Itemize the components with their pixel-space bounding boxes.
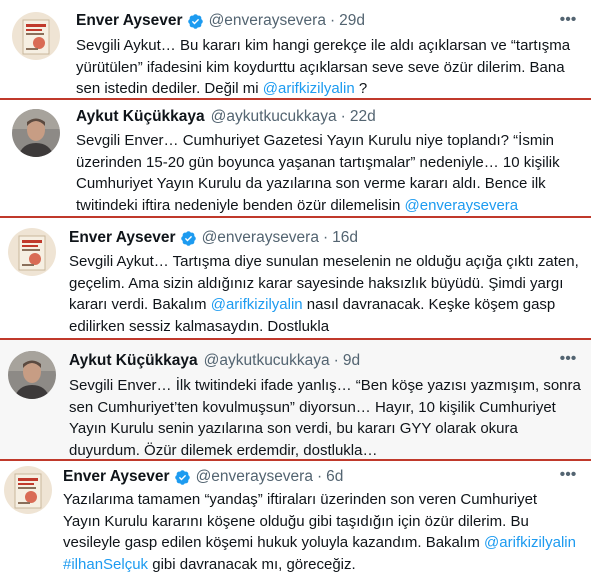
tweet-text-line: vesileyle gasp edilen köşemi hukuk yoluy…	[63, 532, 576, 554]
person-photo-avatar-icon	[12, 109, 60, 157]
separator-dot: ·	[316, 468, 323, 485]
tweet-text: Sevgili Enver… İlk twitindeki ifade yanl…	[69, 375, 581, 461]
tweet-text-segment: Cumhuriyet Yayın Kurulu da yazılarına so…	[76, 175, 546, 192]
author-handle[interactable]: @aykutkucukkaya	[204, 351, 330, 371]
tweet-text-line: Sevgili Aykut… Bu kararı kim hangi gerek…	[76, 35, 570, 57]
tweet-time[interactable]: 16d	[332, 228, 358, 248]
author-name[interactable]: Enver Aysever	[76, 11, 183, 31]
tweet-text-segment: duyurdum. Özür dilemek erdemdir, dostluk…	[69, 441, 378, 459]
verified-badge-icon	[187, 13, 203, 29]
tweet-text-line: Sevgili Aykut… Tartışma diye sunulan mes…	[69, 251, 579, 273]
more-options-icon[interactable]: •••	[559, 351, 577, 371]
avatar[interactable]	[8, 351, 56, 399]
tweet-time[interactable]: 6d	[326, 467, 343, 487]
separator-dot: ·	[340, 108, 346, 125]
tweet-text: Sevgili Aykut… Tartışma diye sunulan mes…	[69, 251, 579, 337]
tweet-text-line: Yayın Kurulu kararını köşene olduğu gibi…	[63, 511, 576, 533]
tweet-text-line: kararı verdi. Bakalım @arifkizilyalin na…	[69, 294, 579, 316]
tweet-text-line: Sevgili Enver… İlk twitindeki ifade yanl…	[69, 375, 581, 397]
mention-link[interactable]: @arifkizilyalin	[211, 296, 303, 313]
author-name[interactable]: Aykut Küçükkaya	[76, 107, 205, 127]
mention-link[interactable]: @enveraysevera	[405, 197, 519, 214]
tweet-text-segment: Sevgili Enver… Cumhuriyet Gazetesi Yayın…	[76, 132, 555, 149]
tweet-time[interactable]: 29d	[339, 11, 365, 31]
tweet-text-segment: ?	[354, 80, 368, 97]
author-name[interactable]: Enver Aysever	[63, 467, 170, 487]
tweet-text-segment: nasıl davranacak. Keşke köşem gasp	[302, 296, 556, 313]
tweet-text-line: #ilhanSelçuk gibi davranacak mı, göreceğ…	[63, 554, 576, 576]
tweet-text-segment: kararı verdi. Bakalım	[69, 296, 211, 313]
tweet-text-segment: Yazılarıma tamamen “yandaş” iftiraları ü…	[63, 491, 538, 508]
author-handle[interactable]: @aykutkucukkaya	[211, 107, 337, 127]
mention-link[interactable]: @arifkizilyalin	[484, 534, 576, 551]
tweet-card[interactable]: Enver Aysever @enveraysevera · 29d ••• S…	[0, 0, 591, 98]
tweet-time[interactable]: 22d	[350, 107, 376, 127]
tweet-header: Enver Aysever @enveraysevera · 29d	[76, 11, 365, 31]
tweet-text-line: üzerinden 15-20 gün boyunca yaşanan tart…	[76, 152, 560, 174]
tweet-text: Yazılarıma tamamen “yandaş” iftiraları ü…	[63, 489, 576, 575]
tweet-text-segment: vesileyle gasp edilen köşemi hukuk yoluy…	[63, 534, 485, 551]
tweet-text-segment: sen istedin dediler. Değil mi	[76, 80, 263, 97]
author-name[interactable]: Enver Aysever	[69, 228, 176, 248]
avatar[interactable]	[12, 109, 60, 157]
more-options-icon[interactable]: •••	[559, 467, 577, 487]
book-cover-avatar-icon	[8, 228, 56, 276]
book-cover-avatar-icon	[12, 12, 60, 60]
author-handle[interactable]: @enveraysevera	[209, 11, 326, 31]
tweet-header: Enver Aysever @enveraysevera · 6d	[63, 467, 343, 487]
tweet-text-line: Cumhuriyet Yayın Kurulu da yazılarına so…	[76, 173, 560, 195]
tweet-time[interactable]: 9d	[343, 351, 360, 371]
mention-link[interactable]: @arifkizilyalin	[263, 80, 355, 97]
tweet-text-line: Yazılarıma tamamen “yandaş” iftiraları ü…	[63, 489, 576, 511]
verified-badge-icon	[174, 469, 190, 485]
tweet-text-segment: Sevgili Enver… İlk twitindeki ifade yanl…	[69, 377, 581, 394]
tweet-text-line: edilirken sessiz kalmasaydın. Dostlukla	[69, 316, 579, 338]
tweet-card[interactable]: Enver Aysever @enveraysevera · 6d ••• Ya…	[0, 461, 591, 577]
author-handle[interactable]: @enveraysevera	[196, 467, 313, 487]
tweet-text-line: sen istedin dediler. Değil mi @arifkizil…	[76, 78, 570, 100]
avatar[interactable]	[8, 228, 56, 276]
tweet-header: Aykut Küçükkaya @aykutkucukkaya · 22d	[76, 107, 376, 127]
tweet-text-line: geçelim. Ama sizin aldığınız karar sayes…	[69, 273, 579, 295]
tweet-text-segment: Yayın Kurulu kararını köşene olduğu gibi…	[63, 512, 529, 530]
tweet-text-segment: gibi davranacak mı, göreceğiz.	[148, 555, 356, 573]
avatar[interactable]	[12, 12, 60, 60]
tweet-text-line: yürütülen” ifadesini kim koydurttu açıkl…	[76, 57, 570, 79]
person-photo-avatar-icon	[8, 351, 56, 399]
tweet-text-segment: Yayın Kurulu senin yazılarına son verdi,…	[69, 420, 518, 437]
tweet-card[interactable]: Aykut Küçükkaya @aykutkucukkaya · 22d Se…	[0, 100, 591, 216]
author-name[interactable]: Aykut Küçükkaya	[69, 351, 198, 371]
verified-badge-icon	[180, 230, 196, 246]
separator-dot: ·	[329, 12, 336, 29]
hashtag-link[interactable]: #ilhanSelçuk	[63, 556, 148, 573]
author-handle[interactable]: @enveraysevera	[202, 228, 319, 248]
tweet-text-line: Yayın Kurulu senin yazılarına son verdi,…	[69, 418, 581, 440]
tweet-text-segment: twitindeki iftira nedeniyle benden özür …	[76, 196, 405, 214]
tweet-text-segment: Sevgili Aykut… Tartışma diye sunulan mes…	[69, 253, 579, 270]
tweet-text-segment: yürütülen” ifadesini kim koydurttu açıkl…	[76, 58, 565, 76]
separator-dot: ·	[333, 352, 339, 369]
tweet-text: Sevgili Enver… Cumhuriyet Gazetesi Yayın…	[76, 130, 560, 216]
tweet-text-segment: geçelim. Ama sizin aldığınız karar sayes…	[69, 274, 564, 292]
tweet-header: Enver Aysever @enveraysevera · 16d	[69, 228, 358, 248]
avatar[interactable]	[4, 466, 52, 514]
tweet-text-segment: üzerinden 15-20 gün boyunca yaşanan tart…	[76, 153, 560, 171]
tweet-header: Aykut Küçükkaya @aykutkucukkaya · 9d	[69, 351, 360, 371]
tweet-text-segment: edilirken sessiz kalmasaydın. Dostlukla	[69, 317, 330, 335]
tweet-card[interactable]: Enver Aysever @enveraysevera · 16d Sevgi…	[0, 218, 591, 338]
tweet-text-line: sen Cumhuriyet’ten kovulmuşsun” diyorsun…	[69, 397, 581, 419]
tweet-text-line: Sevgili Enver… Cumhuriyet Gazetesi Yayın…	[76, 130, 560, 152]
book-cover-avatar-icon	[4, 466, 52, 514]
tweet-text: Sevgili Aykut… Bu kararı kim hangi gerek…	[76, 35, 570, 100]
more-options-icon[interactable]: •••	[559, 12, 577, 32]
tweet-text-line: twitindeki iftira nedeniyle benden özür …	[76, 195, 560, 217]
separator-dot: ·	[322, 229, 329, 246]
tweet-card[interactable]: Aykut Küçükkaya @aykutkucukkaya · 9d •••…	[0, 340, 591, 459]
tweet-text-segment: sen Cumhuriyet’ten kovulmuşsun” diyorsun…	[69, 398, 556, 416]
tweet-text-line: duyurdum. Özür dilemek erdemdir, dostluk…	[69, 440, 581, 462]
tweet-text-segment: Sevgili Aykut… Bu kararı kim hangi gerek…	[76, 37, 571, 54]
